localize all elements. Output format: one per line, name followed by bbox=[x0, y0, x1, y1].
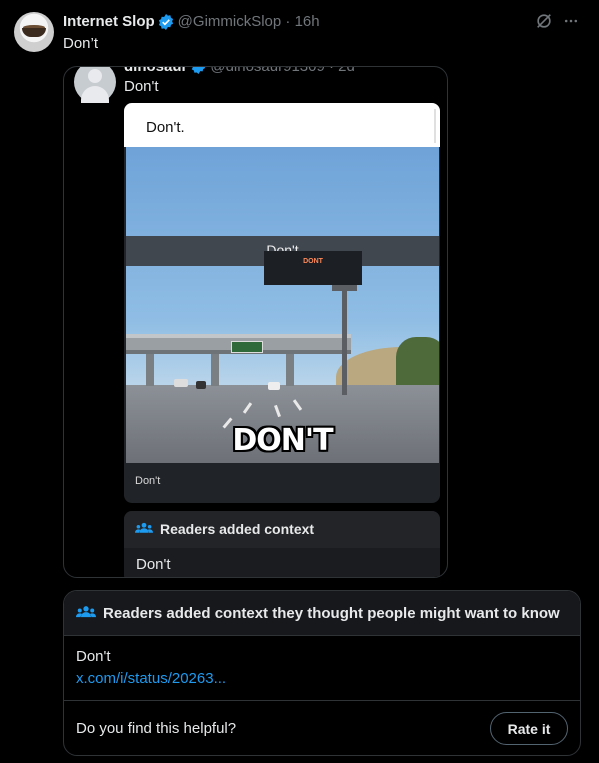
inner-note-title: Readers added context bbox=[160, 521, 315, 537]
post-actions-top bbox=[535, 12, 579, 30]
quoted-time[interactable]: 2d bbox=[338, 67, 355, 75]
green-road-sign bbox=[231, 341, 263, 353]
readers-context-icon bbox=[135, 522, 153, 533]
community-note-header: Readers added context they thought peopl… bbox=[64, 591, 580, 636]
quoted-header: dinosaur @dinosaur91309 · 2d bbox=[124, 66, 355, 75]
meme-caption: Don't bbox=[135, 475, 161, 487]
inner-note-body: Don't bbox=[136, 556, 171, 573]
community-note: Readers added context they thought peopl… bbox=[63, 590, 581, 756]
quoted-text: Don't bbox=[124, 78, 159, 95]
more-icon[interactable] bbox=[563, 13, 579, 29]
rate-it-button[interactable]: Rate it bbox=[490, 712, 568, 745]
community-note-link[interactable]: x.com/i/status/20263... bbox=[76, 670, 226, 687]
grok-icon[interactable] bbox=[535, 12, 553, 30]
quoted-post[interactable]: dinosaur @dinosaur91309 · 2d Don't Don't… bbox=[63, 66, 448, 578]
author-name[interactable]: Internet Slop bbox=[63, 13, 155, 30]
billboard-text: DONT bbox=[303, 258, 323, 265]
billboard: DONT bbox=[264, 251, 362, 285]
meme-image[interactable]: Don't. Don't DONT DON'T Don't bbox=[124, 103, 440, 503]
inner-community-note[interactable]: Readers added context Don't bbox=[124, 511, 440, 577]
meme-top-text: Don't. bbox=[146, 119, 185, 136]
author-handle[interactable]: @GimmickSlop bbox=[178, 13, 282, 30]
post-text: Don’t bbox=[63, 35, 99, 52]
community-note-title: Readers added context they thought peopl… bbox=[103, 605, 560, 622]
highway-photo: Don't DONT DON'T bbox=[126, 147, 439, 463]
author-avatar[interactable] bbox=[14, 12, 54, 52]
quoted-author-name[interactable]: dinosaur bbox=[124, 67, 187, 75]
community-note-body: Don't bbox=[76, 648, 111, 665]
meme-big-text: DON'T bbox=[232, 423, 333, 458]
post-time[interactable]: 16h bbox=[295, 13, 320, 30]
dot-separator: · bbox=[324, 66, 339, 75]
dot-separator: · bbox=[281, 13, 295, 30]
meme-top-panel: Don't. bbox=[124, 103, 440, 147]
verified-badge-icon bbox=[192, 67, 206, 74]
post-header: Internet Slop @GimmickSlop · 16h bbox=[63, 13, 320, 30]
helpful-question: Do you find this helpful? bbox=[76, 720, 237, 737]
default-avatar-icon bbox=[74, 67, 116, 103]
divider bbox=[64, 700, 580, 701]
quoted-handle[interactable]: @dinosaur91309 bbox=[210, 67, 324, 75]
readers-context-icon bbox=[76, 606, 96, 618]
verified-badge-icon bbox=[158, 13, 173, 30]
